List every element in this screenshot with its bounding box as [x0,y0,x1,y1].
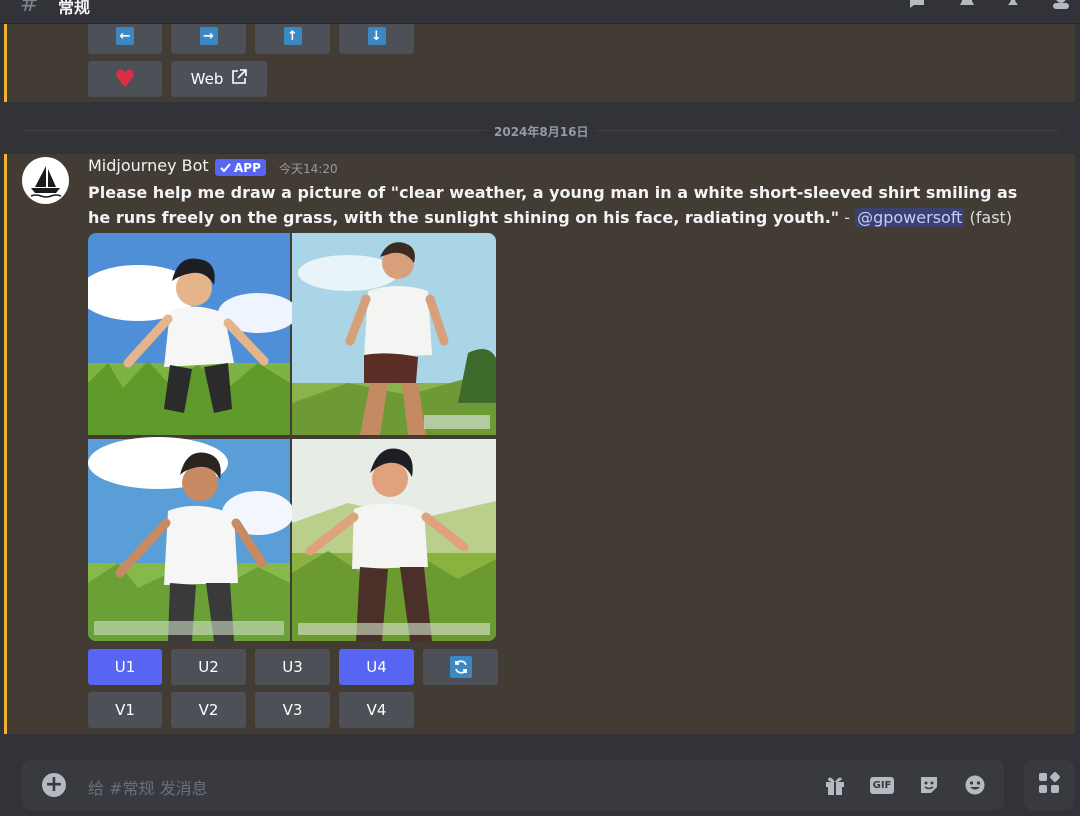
app-badge-label: APP [234,160,261,175]
image-panel-2 [292,233,496,435]
channel-name: 常规 [58,0,91,17]
heart-button[interactable]: ♥ [88,61,162,97]
generated-image-grid[interactable] [88,233,496,641]
gif-button[interactable]: GIF [869,773,895,797]
message-input[interactable]: 给 #常规 发消息 [88,775,208,799]
variation-2-button[interactable]: V2 [171,692,246,728]
arrow-left-icon: ← [116,27,134,45]
arrow-left-button[interactable]: ← [88,24,162,54]
variation-3-label: V3 [282,701,303,719]
arrow-down-icon: ↓ [367,27,386,45]
upscale-4-label: U4 [366,658,387,676]
arrow-right-button[interactable]: → [171,24,246,54]
apps-icon [1037,771,1061,799]
message-list[interactable]: ← → ↑ ↓ ♥ Web 2024年8月16日 Midjourney Bot … [0,24,1080,734]
prompt-dash: - [839,208,856,227]
upscale-2-label: U2 [198,658,219,676]
upscale-2-button[interactable]: U2 [171,649,246,685]
channel-header: # 常规 [0,0,1080,24]
sticker-icon[interactable] [917,773,941,797]
date-divider: 2024年8月16日 [486,123,597,140]
upscale-4-button[interactable]: U4 [339,649,414,685]
gift-icon[interactable] [823,773,847,797]
upscale-1-button[interactable]: U1 [88,649,162,685]
image-panel-4 [292,439,496,641]
upscale-3-label: U3 [282,658,303,676]
hash-icon: # [20,0,39,17]
upscale-3-button[interactable]: U3 [255,649,330,685]
image-panel-1 [88,233,298,435]
upscale-1-label: U1 [114,658,136,676]
member-list-icon[interactable] [1050,0,1069,9]
checkmark-icon [220,163,231,173]
avatar[interactable] [22,157,69,204]
image-panel-3 [88,437,294,641]
message-timestamp: 今天14:20 [279,162,338,176]
author-name[interactable]: Midjourney Bot [88,156,209,175]
arrow-up-icon: ↑ [283,27,302,45]
user-mention[interactable]: @gpowersoft [855,208,965,227]
threads-icon[interactable] [908,0,926,8]
apps-button[interactable] [1024,760,1074,810]
external-link-icon [231,69,248,89]
message-composer[interactable]: + 给 #常规 发消息 GIF [22,760,1004,810]
add-attachment-button[interactable]: + [42,773,66,797]
heart-icon: ♥ [114,65,136,93]
variation-1-button[interactable]: V1 [88,692,162,728]
variation-3-button[interactable]: V3 [255,692,330,728]
web-link-button[interactable]: Web [171,61,267,97]
web-button-label: Web [190,70,224,88]
arrow-right-icon: → [199,27,218,45]
variation-2-label: V2 [198,701,219,719]
arrow-down-button[interactable]: ↓ [339,24,414,54]
reroll-button[interactable] [423,649,498,685]
arrow-up-button[interactable]: ↑ [255,24,330,54]
variation-4-button[interactable]: V4 [339,692,414,728]
mode-label: (fast) [964,208,1013,227]
previous-message-highlight [4,24,1075,102]
notification-bell-icon[interactable] [958,0,976,8]
gif-label: GIF [869,776,895,794]
variation-1-label: V1 [115,701,135,719]
emoji-icon[interactable] [963,773,987,797]
app-badge: APP [215,159,266,176]
message-content: Please help me draw a picture of "clear … [88,180,1028,230]
reroll-icon [449,656,472,678]
variation-4-label: V4 [366,701,387,719]
pin-icon[interactable] [1004,0,1022,8]
